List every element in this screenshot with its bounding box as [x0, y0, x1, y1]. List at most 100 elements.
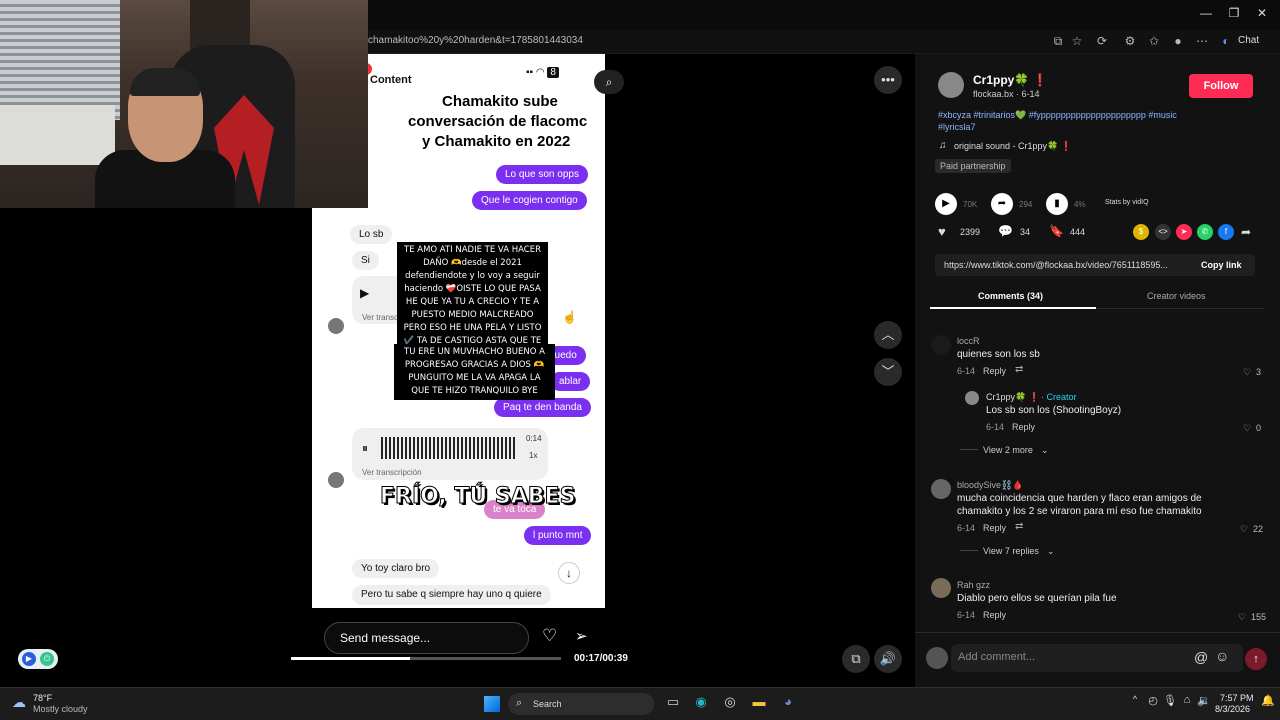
- reply-button[interactable]: Reply: [983, 366, 1006, 376]
- audio-speed[interactable]: 1x: [529, 451, 537, 460]
- more-share-icon[interactable]: ➦: [1241, 225, 1251, 239]
- comment-like-icon[interactable]: ♡: [1238, 612, 1246, 623]
- author-username[interactable]: Cr1ppy🍀 ❗: [973, 73, 1048, 87]
- avatar: [328, 318, 344, 334]
- video-link[interactable]: https://www.tiktok.com/@flockaa.bx/video…: [944, 260, 1189, 270]
- view-replies[interactable]: View 7 replies: [983, 546, 1039, 556]
- chevron-down-icon[interactable]: ⌄: [1041, 445, 1049, 456]
- comment-avatar[interactable]: [931, 479, 951, 499]
- weather-icon[interactable]: ☁: [12, 694, 26, 711]
- read-aloud-icon[interactable]: ⧉: [1050, 34, 1066, 49]
- next-video-icon[interactable]: ﹀: [874, 358, 902, 386]
- comment-like-icon[interactable]: ♡: [1240, 524, 1248, 535]
- post-hashtags[interactable]: #xbcyza #trinitarios💚 #fyppppppppppppppp…: [938, 110, 1177, 121]
- search-video-icon[interactable]: ⌕: [594, 70, 624, 94]
- message-out: l punto mnt: [524, 526, 592, 545]
- transcript-link[interactable]: Ver transcripción: [362, 468, 422, 477]
- obs-icon[interactable]: ◎: [720, 694, 740, 712]
- task-view-icon[interactable]: ▭: [663, 694, 683, 712]
- comment-username[interactable]: Cr1ppy🍀 ❗: [986, 392, 1040, 403]
- comment-date: 6-14: [986, 422, 1005, 432]
- discord-icon[interactable]: ◕: [778, 694, 798, 712]
- chevron-down-icon[interactable]: ⌄: [1047, 546, 1055, 557]
- comment-username[interactable]: Rah gzz: [957, 580, 990, 590]
- reply-button[interactable]: Reply: [983, 610, 1006, 620]
- close-window-button[interactable]: ✕: [1252, 6, 1272, 20]
- reply-button[interactable]: Reply: [983, 523, 1006, 533]
- taskbar-search[interactable]: [508, 693, 654, 715]
- whatsapp-icon[interactable]: ✆: [1197, 224, 1213, 240]
- favorites-icon[interactable]: ✩: [1146, 34, 1162, 48]
- comment-like-icon[interactable]: ♡: [1243, 423, 1251, 434]
- widget-power-icon[interactable]: ⏻: [40, 652, 54, 666]
- stats-by-label: Stats by vidIQ: [1105, 199, 1149, 206]
- tray-chevron-icon[interactable]: ^: [1125, 694, 1145, 712]
- emoji-icon[interactable]: ☺: [1215, 648, 1229, 664]
- send-to-friend-icon[interactable]: ➤: [1176, 224, 1192, 240]
- comment-avatar[interactable]: [965, 391, 979, 405]
- scroll-down-icon[interactable]: ↓: [558, 562, 580, 584]
- weather-desc: Mostly cloudy: [33, 704, 88, 714]
- tab-creator-videos[interactable]: Creator videos: [1147, 291, 1206, 301]
- video-caption-line2: conversación de flacomc: [402, 112, 594, 132]
- post-hashtags-2[interactable]: #lyricsla7: [938, 122, 976, 132]
- comment-avatar[interactable]: [931, 335, 951, 355]
- more-options-icon[interactable]: •••: [874, 66, 902, 94]
- heart-icon[interactable]: ♥: [938, 224, 946, 239]
- refresh-icon[interactable]: ⟳: [1094, 34, 1110, 48]
- maximize-button[interactable]: ❐: [1224, 6, 1244, 20]
- follow-button[interactable]: Follow: [1189, 74, 1253, 98]
- translate-icon[interactable]: ⇄: [1015, 364, 1023, 375]
- video-progress-fill: [291, 657, 410, 660]
- url-text[interactable]: chamakitoo%20y%20harden&t=1785801443034: [368, 35, 583, 46]
- minimize-button[interactable]: —: [1196, 6, 1216, 20]
- weather-temp[interactable]: 78°F: [33, 693, 52, 703]
- share-send-icon[interactable]: ➢: [575, 627, 588, 645]
- translate-icon[interactable]: ⇄: [1015, 521, 1023, 532]
- file-explorer-icon[interactable]: ▬: [749, 694, 769, 712]
- video-time: 00:17/00:39: [574, 653, 628, 664]
- volume-icon[interactable]: 🔊: [874, 645, 902, 673]
- pause-audio-icon[interactable]: ⏸: [362, 441, 368, 456]
- comment-text: Los sb son los (ShootingBoyz): [986, 405, 1122, 416]
- picture-in-picture-icon[interactable]: ⧉: [842, 645, 870, 673]
- chat-button-label[interactable]: Chat: [1238, 35, 1259, 46]
- video-caption-line1: Chamakito sube: [436, 92, 564, 112]
- profile-icon[interactable]: ●: [1170, 34, 1186, 48]
- volume-tray-icon[interactable]: 🔉: [1194, 694, 1214, 712]
- author-avatar[interactable]: [938, 72, 964, 98]
- post-comment-icon[interactable]: ↑: [1245, 648, 1267, 670]
- comment-avatar[interactable]: [931, 578, 951, 598]
- embed-code-icon[interactable]: <>: [1155, 224, 1171, 240]
- mention-icon[interactable]: @: [1194, 649, 1208, 665]
- clock-time[interactable]: 7:57 PM: [1220, 693, 1254, 703]
- favorite-star-icon[interactable]: ☆: [1069, 34, 1085, 48]
- previous-video-icon[interactable]: ︿: [874, 321, 902, 349]
- tab-comments[interactable]: Comments (34): [978, 291, 1043, 301]
- comment-username[interactable]: bloodySive⛓️🩸: [957, 480, 1023, 491]
- sound-name[interactable]: original sound - Cr1ppy🍀 ❗: [954, 141, 1072, 152]
- cursor-icon: ☝: [562, 310, 577, 324]
- more-menu-icon[interactable]: ⋯: [1194, 34, 1210, 48]
- transcript-link[interactable]: Ver transcr: [362, 313, 401, 322]
- extensions-icon[interactable]: ⚙: [1122, 34, 1138, 48]
- edge-icon[interactable]: ◉: [691, 694, 711, 712]
- share-arrow-icon[interactable]: ➦: [991, 193, 1013, 215]
- like-video-icon[interactable]: ♡: [542, 626, 557, 646]
- stats-bars-icon[interactable]: ▮: [1046, 193, 1068, 215]
- reply-button[interactable]: Reply: [1012, 422, 1035, 432]
- widget-play-icon[interactable]: ▶: [22, 652, 36, 666]
- comment-like-icon[interactable]: ♡: [1243, 367, 1251, 378]
- bookmark-icon[interactable]: 🔖: [1049, 224, 1064, 238]
- comment-username[interactable]: loccR: [957, 336, 980, 346]
- copy-link-button[interactable]: Copy link: [1201, 260, 1242, 270]
- copilot-icon[interactable]: ◐: [1218, 34, 1234, 48]
- coin-icon[interactable]: $: [1133, 224, 1149, 240]
- facebook-icon[interactable]: f: [1218, 224, 1234, 240]
- start-icon[interactable]: [484, 696, 500, 712]
- comment-bubble-icon[interactable]: 💬: [998, 224, 1013, 238]
- notifications-icon[interactable]: 🔔: [1258, 694, 1278, 712]
- play-icon[interactable]: ▶: [935, 193, 957, 215]
- play-audio-icon[interactable]: ▶: [360, 286, 369, 300]
- view-more-replies[interactable]: View 2 more: [983, 445, 1033, 455]
